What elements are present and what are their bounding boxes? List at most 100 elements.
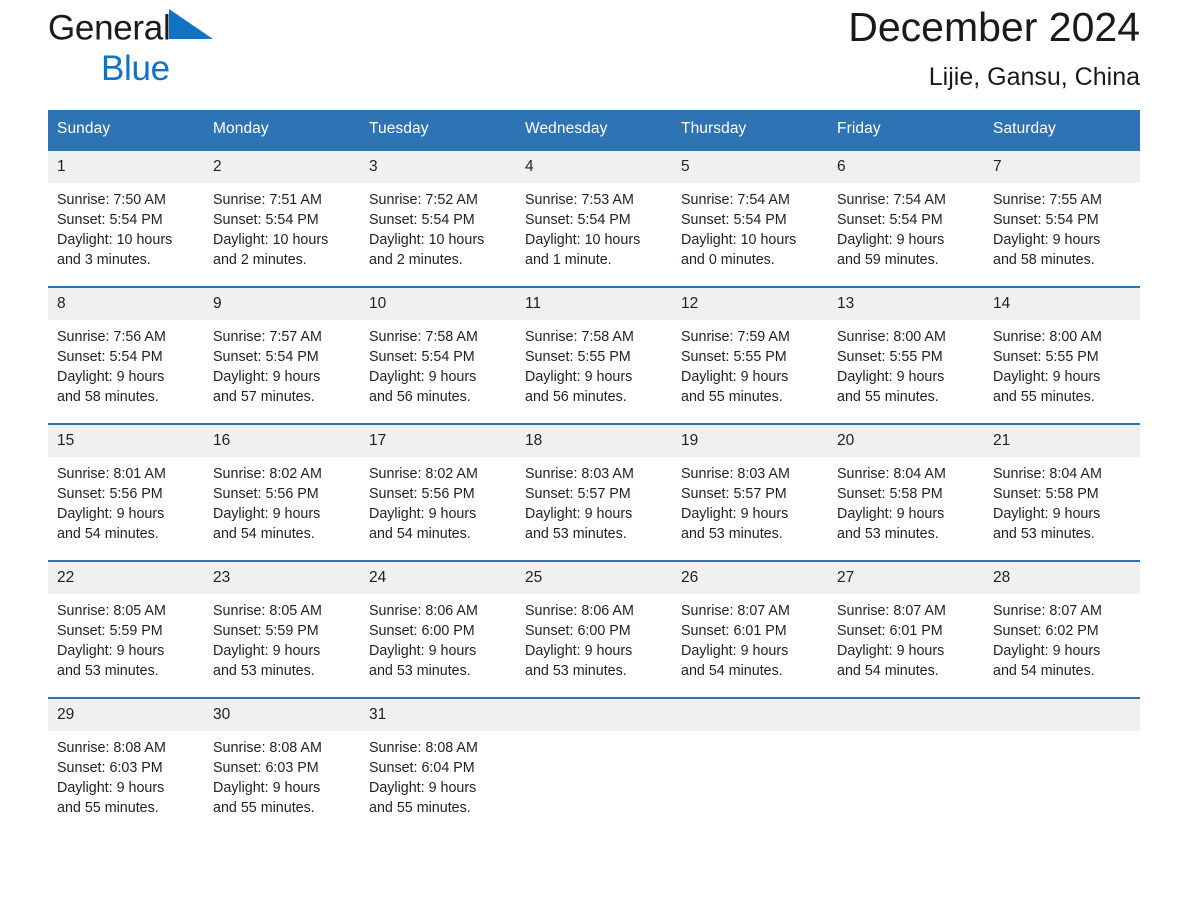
daylight-text-line2: and 54 minutes. — [993, 663, 1095, 679]
daylight-text-line2: and 54 minutes. — [837, 663, 939, 679]
calendar-day-cell[interactable]: 14 Sunrise: 8:00 AM Sunset: 5:55 PM Dayligh… — [984, 286, 1140, 424]
calendar-day-cell[interactable]: 22 Sunrise: 8:05 AM Sunset: 5:59 PM Dayligh… — [48, 560, 204, 698]
daylight-text-line2: and 55 minutes. — [993, 389, 1095, 405]
day-detail: Sunrise: 8:07 AM Sunset: 6:01 PM Daylight:… — [828, 594, 984, 681]
calendar-day-cell[interactable]: 10 Sunrise: 7:58 AM Sunset: 5:54 PM Dayligh… — [360, 286, 516, 424]
day-detail: Sunrise: 8:00 AM Sunset: 5:55 PM Daylight:… — [828, 320, 984, 407]
sunrise-text: Sunrise: 7:57 AM — [213, 329, 322, 345]
calendar-day-cell[interactable]: 1 Sunrise: 7:50 AM Sunset: 5:54 PM Daylight… — [48, 149, 204, 287]
sunset-text: Sunset: 5:56 PM — [213, 486, 319, 502]
daylight-text-line1: Daylight: 9 hours — [213, 506, 321, 522]
day-number: 25 — [516, 562, 672, 594]
calendar-day-cell[interactable]: 16 Sunrise: 8:02 AM Sunset: 5:56 PM Dayligh… — [204, 423, 360, 561]
daylight-text-line2: and 54 minutes. — [57, 526, 159, 542]
day-detail: Sunrise: 8:03 AM Sunset: 5:57 PM Daylight:… — [516, 457, 672, 544]
calendar-day-cell[interactable]: 19 Sunrise: 8:03 AM Sunset: 5:57 PM Dayligh… — [672, 423, 828, 561]
calendar-day-cell[interactable]: 11 Sunrise: 7:58 AM Sunset: 5:55 PM Dayligh… — [516, 286, 672, 424]
sunset-text: Sunset: 5:54 PM — [837, 212, 943, 228]
daylight-text-line2: and 53 minutes. — [993, 526, 1095, 542]
sunset-text: Sunset: 6:00 PM — [525, 623, 631, 639]
calendar-day-cell[interactable]: 30 Sunrise: 8:08 AM Sunset: 6:03 PM Dayligh… — [204, 697, 360, 834]
day-detail: Sunrise: 8:06 AM Sunset: 6:00 PM Daylight:… — [516, 594, 672, 681]
weekday-header-monday: Monday — [204, 110, 360, 150]
daylight-text-line2: and 58 minutes. — [57, 389, 159, 405]
sunset-text: Sunset: 6:01 PM — [837, 623, 943, 639]
day-detail: Sunrise: 7:52 AM Sunset: 5:54 PM Daylight:… — [360, 183, 516, 270]
daylight-text-line1: Daylight: 9 hours — [681, 369, 789, 385]
sunset-text: Sunset: 5:54 PM — [369, 349, 475, 365]
calendar-day-cell[interactable]: 2 Sunrise: 7:51 AM Sunset: 5:54 PM Daylight… — [204, 149, 360, 287]
daylight-text-line1: Daylight: 9 hours — [213, 643, 321, 659]
day-number: 4 — [516, 151, 672, 183]
day-detail: Sunrise: 8:05 AM Sunset: 5:59 PM Daylight:… — [48, 594, 204, 681]
daylight-text-line2: and 57 minutes. — [213, 389, 315, 405]
calendar-day-cell[interactable]: 3 Sunrise: 7:52 AM Sunset: 5:54 PM Daylight… — [360, 149, 516, 287]
calendar-day-cell[interactable]: 4 Sunrise: 7:53 AM Sunset: 5:54 PM Daylight… — [516, 149, 672, 287]
calendar-day-cell[interactable]: 9 Sunrise: 7:57 AM Sunset: 5:54 PM Daylight… — [204, 286, 360, 424]
calendar-day-cell[interactable]: 15 Sunrise: 8:01 AM Sunset: 5:56 PM Dayligh… — [48, 423, 204, 561]
calendar-day-cell[interactable]: 23 Sunrise: 8:05 AM Sunset: 5:59 PM Dayligh… — [204, 560, 360, 698]
calendar-day-cell[interactable]: 12 Sunrise: 7:59 AM Sunset: 5:55 PM Dayligh… — [672, 286, 828, 424]
calendar-day-cell[interactable]: 24 Sunrise: 8:06 AM Sunset: 6:00 PM Dayligh… — [360, 560, 516, 698]
calendar-day-cell[interactable]: 27 Sunrise: 8:07 AM Sunset: 6:01 PM Dayligh… — [828, 560, 984, 698]
weekday-header-thursday: Thursday — [672, 110, 828, 150]
sunset-text: Sunset: 5:56 PM — [369, 486, 475, 502]
generalblue-logo[interactable]: General Blue — [48, 0, 348, 86]
daylight-text-line2: and 3 minutes. — [57, 252, 151, 268]
calendar-day-cell[interactable]: 13 Sunrise: 8:00 AM Sunset: 5:55 PM Dayligh… — [828, 286, 984, 424]
weekday-header-tuesday: Tuesday — [360, 110, 516, 150]
sunset-text: Sunset: 5:54 PM — [57, 212, 163, 228]
daylight-text-line1: Daylight: 9 hours — [993, 232, 1101, 248]
page-masthead: General Blue December 2024 Lijie, Gansu,… — [48, 0, 1140, 108]
day-detail: Sunrise: 7:50 AM Sunset: 5:54 PM Daylight:… — [48, 183, 204, 270]
daylight-text-line2: and 53 minutes. — [837, 526, 939, 542]
calendar-day-cell[interactable]: 31 Sunrise: 8:08 AM Sunset: 6:04 PM Dayligh… — [360, 697, 516, 834]
sunset-text: Sunset: 5:55 PM — [837, 349, 943, 365]
day-detail — [828, 731, 984, 738]
calendar-table: Sunday Monday Tuesday Wednesday Thursday… — [48, 110, 1140, 834]
calendar-day-cell[interactable]: 5 Sunrise: 7:54 AM Sunset: 5:54 PM Daylight… — [672, 149, 828, 287]
calendar-day-cell[interactable]: 26 Sunrise: 8:07 AM Sunset: 6:01 PM Dayligh… — [672, 560, 828, 698]
sunset-text: Sunset: 5:57 PM — [681, 486, 787, 502]
daylight-text-line1: Daylight: 9 hours — [369, 780, 477, 796]
sunrise-text: Sunrise: 8:07 AM — [837, 603, 946, 619]
calendar-day-cell-empty — [516, 697, 672, 834]
day-number: 16 — [204, 425, 360, 457]
sunrise-text: Sunrise: 8:00 AM — [837, 329, 946, 345]
sunrise-text: Sunrise: 7:58 AM — [369, 329, 478, 345]
day-number: 9 — [204, 288, 360, 320]
calendar-day-cell[interactable]: 6 Sunrise: 7:54 AM Sunset: 5:54 PM Daylight… — [828, 149, 984, 287]
calendar-day-cell[interactable]: 21 Sunrise: 8:04 AM Sunset: 5:58 PM Dayligh… — [984, 423, 1140, 561]
sunrise-text: Sunrise: 7:51 AM — [213, 192, 322, 208]
calendar-day-cell[interactable]: 7 Sunrise: 7:55 AM Sunset: 5:54 PM Daylight… — [984, 149, 1140, 287]
sunset-text: Sunset: 5:55 PM — [681, 349, 787, 365]
sunrise-text: Sunrise: 7:59 AM — [681, 329, 790, 345]
daylight-text-line2: and 56 minutes. — [525, 389, 627, 405]
calendar-day-cell[interactable]: 20 Sunrise: 8:04 AM Sunset: 5:58 PM Dayligh… — [828, 423, 984, 561]
daylight-text-line1: Daylight: 9 hours — [993, 506, 1101, 522]
sunrise-text: Sunrise: 7:58 AM — [525, 329, 634, 345]
sunrise-text: Sunrise: 8:01 AM — [57, 466, 166, 482]
daylight-text-line1: Daylight: 9 hours — [369, 369, 477, 385]
calendar-day-cell[interactable]: 8 Sunrise: 7:56 AM Sunset: 5:54 PM Daylight… — [48, 286, 204, 424]
daylight-text-line1: Daylight: 9 hours — [213, 369, 321, 385]
calendar-day-cell-empty — [984, 697, 1140, 834]
day-detail: Sunrise: 8:02 AM Sunset: 5:56 PM Daylight:… — [360, 457, 516, 544]
calendar-week-row: 1 Sunrise: 7:50 AM Sunset: 5:54 PM Daylight… — [48, 149, 1140, 287]
day-number: 28 — [984, 562, 1140, 594]
day-detail: Sunrise: 7:55 AM Sunset: 5:54 PM Daylight:… — [984, 183, 1140, 270]
day-detail: Sunrise: 8:02 AM Sunset: 5:56 PM Daylight:… — [204, 457, 360, 544]
calendar-day-cell[interactable]: 25 Sunrise: 8:06 AM Sunset: 6:00 PM Dayligh… — [516, 560, 672, 698]
day-detail: Sunrise: 7:54 AM Sunset: 5:54 PM Daylight:… — [828, 183, 984, 270]
calendar-day-cell[interactable]: 18 Sunrise: 8:03 AM Sunset: 5:57 PM Dayligh… — [516, 423, 672, 561]
calendar-day-cell[interactable]: 17 Sunrise: 8:02 AM Sunset: 5:56 PM Dayligh… — [360, 423, 516, 561]
calendar-day-cell[interactable]: 28 Sunrise: 8:07 AM Sunset: 6:02 PM Dayligh… — [984, 560, 1140, 698]
day-detail: Sunrise: 8:04 AM Sunset: 5:58 PM Daylight:… — [984, 457, 1140, 544]
sunrise-text: Sunrise: 7:54 AM — [837, 192, 946, 208]
calendar-day-cell[interactable]: 29 Sunrise: 8:08 AM Sunset: 6:03 PM Dayligh… — [48, 697, 204, 834]
logo-triangle-icon — [167, 5, 215, 49]
daylight-text-line2: and 59 minutes. — [837, 252, 939, 268]
calendar-day-cell-empty — [672, 697, 828, 834]
sunset-text: Sunset: 5:59 PM — [213, 623, 319, 639]
daylight-text-line1: Daylight: 9 hours — [993, 369, 1101, 385]
